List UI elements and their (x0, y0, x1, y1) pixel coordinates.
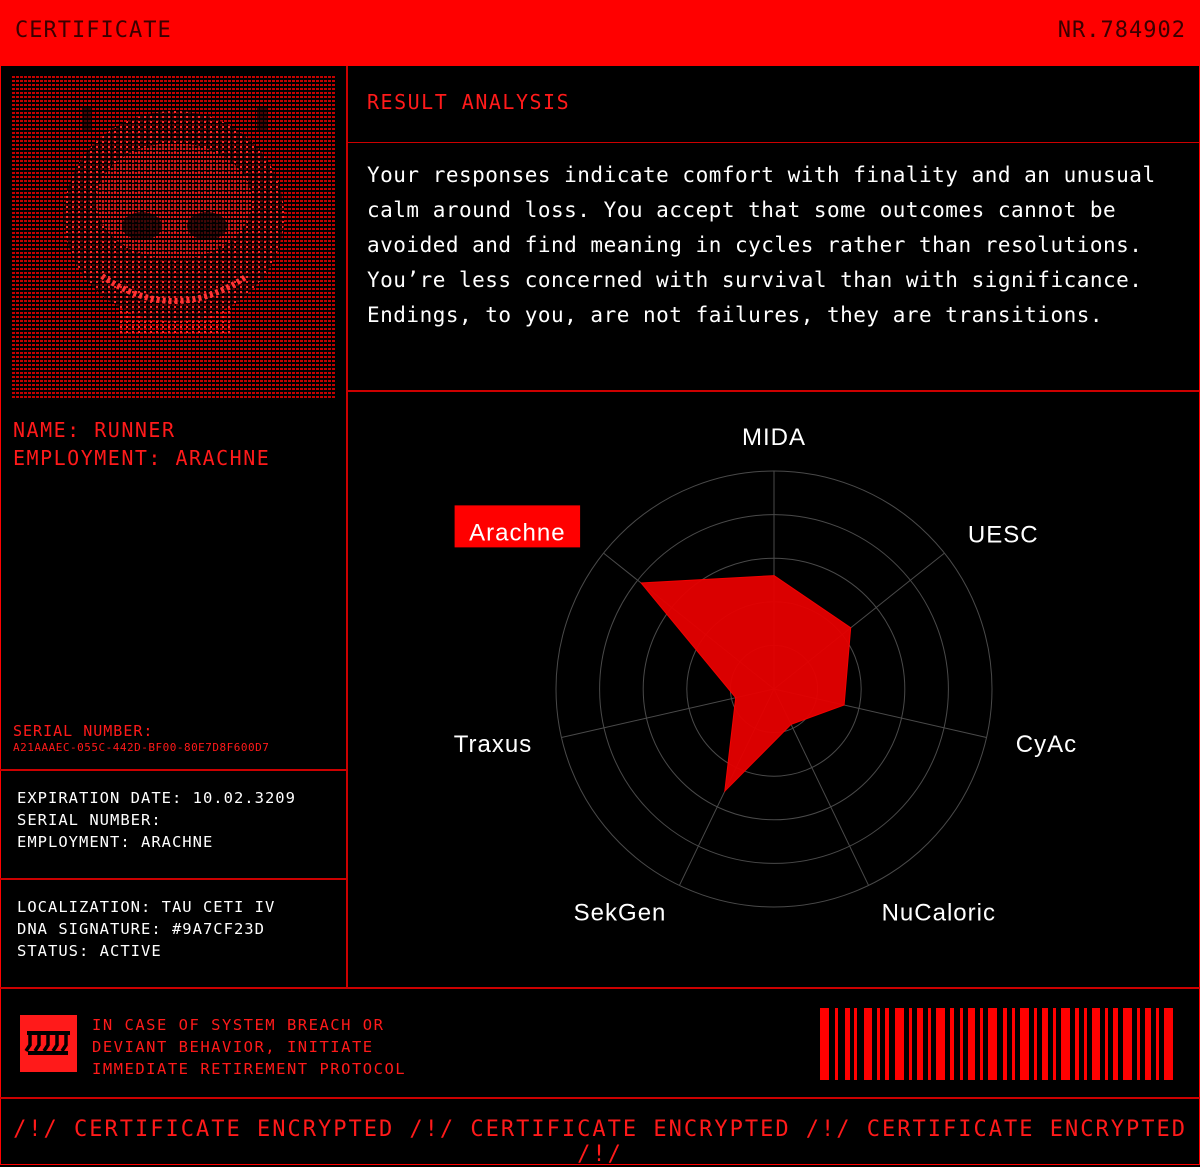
radar-label-traxus: Traxus (454, 731, 532, 758)
details-block-1: EXPIRATION DATE: 10.02.3209 SERIAL NUMBE… (17, 787, 296, 853)
faction-radar-chart: MIDA UESC CyAc NuCaloric SekGen Traxus Arachne (454, 424, 1077, 926)
serial-label: SERIAL NUMBER: (13, 722, 154, 740)
result-analysis-text: Your responses indicate comfort with fin… (367, 163, 1156, 327)
status: STATUS: ACTIVE (17, 942, 162, 960)
name-line: NAME: RUNNER (13, 418, 176, 442)
localization: LOCALIZATION: TAU CETI IV (17, 898, 276, 916)
footer-banner: /!/ CERTIFICATE ENCRYPTED /!/ CERTIFICAT… (13, 1117, 1187, 1167)
header-bar: CERTIFICATE NR.784902 (0, 0, 1200, 66)
radar-label-nucaloric: NuCaloric (882, 899, 996, 926)
details-block-2: LOCALIZATION: TAU CETI IV DNA SIGNATURE:… (17, 896, 275, 962)
employment: EMPLOYMENT: ARACHNE (17, 833, 214, 851)
result-analysis-title: RESULT ANALYSIS (367, 90, 571, 114)
radar-label-mida: MIDA (742, 424, 806, 451)
radar-label-cyac: CyAc (1016, 731, 1077, 758)
barcode (820, 1008, 1173, 1080)
divider (348, 142, 1199, 143)
certificate-title: CERTIFICATE (15, 18, 172, 43)
divider (0, 1097, 1200, 1099)
radar-label-sekgen: SekGen (574, 899, 667, 926)
serial-value: A21AAAEC-055C-442D-BF00-80E7D8F600D7 (13, 741, 270, 754)
radar-shape (640, 575, 852, 793)
expiration-date: EXPIRATION DATE: 10.02.3209 (17, 789, 296, 807)
warning-line-3: IMMEDIATE RETIREMENT PROTOCOL (92, 1060, 407, 1078)
column-divider (346, 66, 348, 988)
ascii-portrait (12, 76, 336, 398)
divider (0, 878, 347, 880)
radar-label-uesc: UESC (968, 521, 1039, 548)
certificate-page: CERTIFICATE NR.784902 NAME: RUNNER EMPLO… (0, 0, 1200, 1167)
warning-line-2: DEVIANT BEHAVIOR, INITIATE (92, 1038, 374, 1056)
employment-line: EMPLOYMENT: ARACHNE (13, 446, 271, 470)
dna-signature: DNA SIGNATURE: #9A7CF23D (17, 920, 265, 938)
divider (0, 769, 347, 771)
identity-block: NAME: RUNNER EMPLOYMENT: ARACHNE (13, 416, 270, 472)
retirement-protocol-icon (20, 1015, 77, 1072)
serial-number: SERIAL NUMBER: (17, 811, 162, 829)
radar-label-arachne: Arachne (469, 519, 565, 546)
warning-line-1: IN CASE OF SYSTEM BREACH OR (92, 1016, 385, 1034)
warning-text: IN CASE OF SYSTEM BREACH OR DEVIANT BEHA… (92, 1014, 406, 1080)
certificate-number: NR.784902 (1057, 18, 1186, 43)
